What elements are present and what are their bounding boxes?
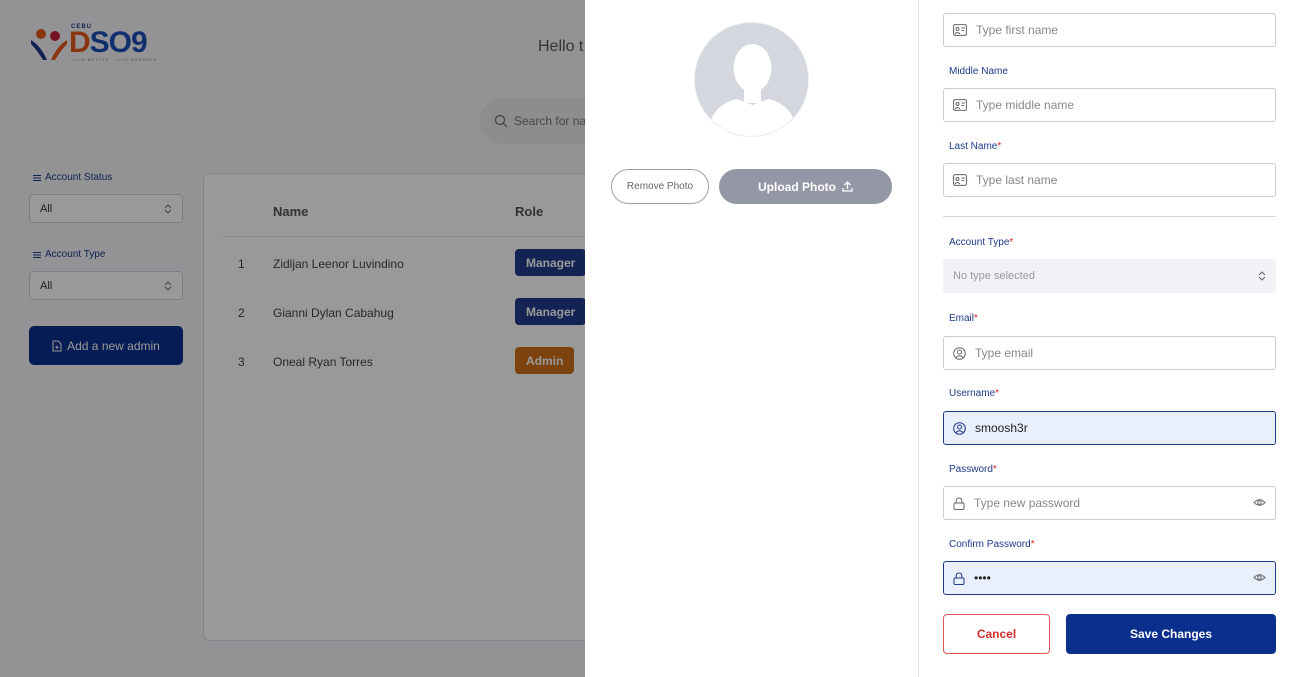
eye-icon[interactable] [1253,571,1266,584]
eye-icon[interactable] [1253,496,1266,509]
save-changes-button[interactable]: Save Changes [1066,614,1276,654]
first-name-field[interactable]: Type first name [943,13,1276,47]
cancel-button[interactable]: Cancel [943,614,1050,654]
required-mark: * [997,141,1002,152]
last-name-placeholder: Type last name [976,173,1058,187]
edit-admin-drawer: Remove Photo Upload Photo Type first nam… [585,0,1293,677]
password-field[interactable]: Type new password [943,486,1276,520]
form-panel: Type first name Middle Name Type middle … [943,0,1276,677]
username-label: Username* [949,388,999,399]
required-mark: * [974,313,978,324]
middle-name-field[interactable]: Type middle name [943,88,1276,122]
first-name-placeholder: Type first name [976,23,1059,37]
upload-icon [842,181,853,192]
account-type-field-label: Account Type* [949,237,1013,248]
email-placeholder: Type email [975,346,1034,360]
account-type-field-label-text: Account Type [949,237,1010,248]
required-mark: * [995,388,1000,399]
username-label-text: Username [949,388,996,399]
chevron-updown-icon [1258,271,1266,281]
user-circle-icon [953,421,966,435]
last-name-label: Last Name* [949,141,1001,152]
photo-panel: Remove Photo Upload Photo [585,0,919,677]
email-field[interactable]: Type email [943,336,1276,370]
confirm-password-field[interactable]: •••• [943,561,1276,595]
required-mark: * [1009,237,1014,248]
user-circle-icon [953,346,966,360]
last-name-field[interactable]: Type last name [943,163,1276,197]
avatar [694,22,809,137]
upload-photo-button[interactable]: Upload Photo [719,169,892,204]
username-field[interactable]: smoosh3r [943,411,1276,445]
id-card-icon [953,24,967,36]
id-card-icon [953,174,967,186]
middle-name-placeholder: Type middle name [976,98,1075,112]
required-mark: * [992,464,997,475]
account-type-dropdown-value: No type selected [953,270,1035,282]
lock-icon [953,571,965,585]
confirm-password-label-text: Confirm Password [949,539,1031,550]
remove-photo-button[interactable]: Remove Photo [611,169,709,204]
password-placeholder: Type new password [974,496,1081,510]
middle-name-label: Middle Name [949,66,1008,77]
email-label-text: Email [949,313,975,324]
id-card-icon [953,99,967,111]
confirm-password-value: •••• [974,571,991,585]
account-type-dropdown[interactable]: No type selected [943,259,1276,293]
last-name-label-text: Last Name [949,141,998,152]
lock-icon [953,496,965,510]
upload-photo-label: Upload Photo [758,179,836,194]
password-label: Password* [949,464,997,475]
avatar-placeholder-icon [695,23,808,136]
confirm-password-label: Confirm Password* [949,539,1035,550]
username-value: smoosh3r [975,421,1028,435]
form-divider [943,216,1276,217]
email-label: Email* [949,313,978,324]
required-mark: * [1030,539,1035,550]
password-label-text: Password [949,464,993,475]
